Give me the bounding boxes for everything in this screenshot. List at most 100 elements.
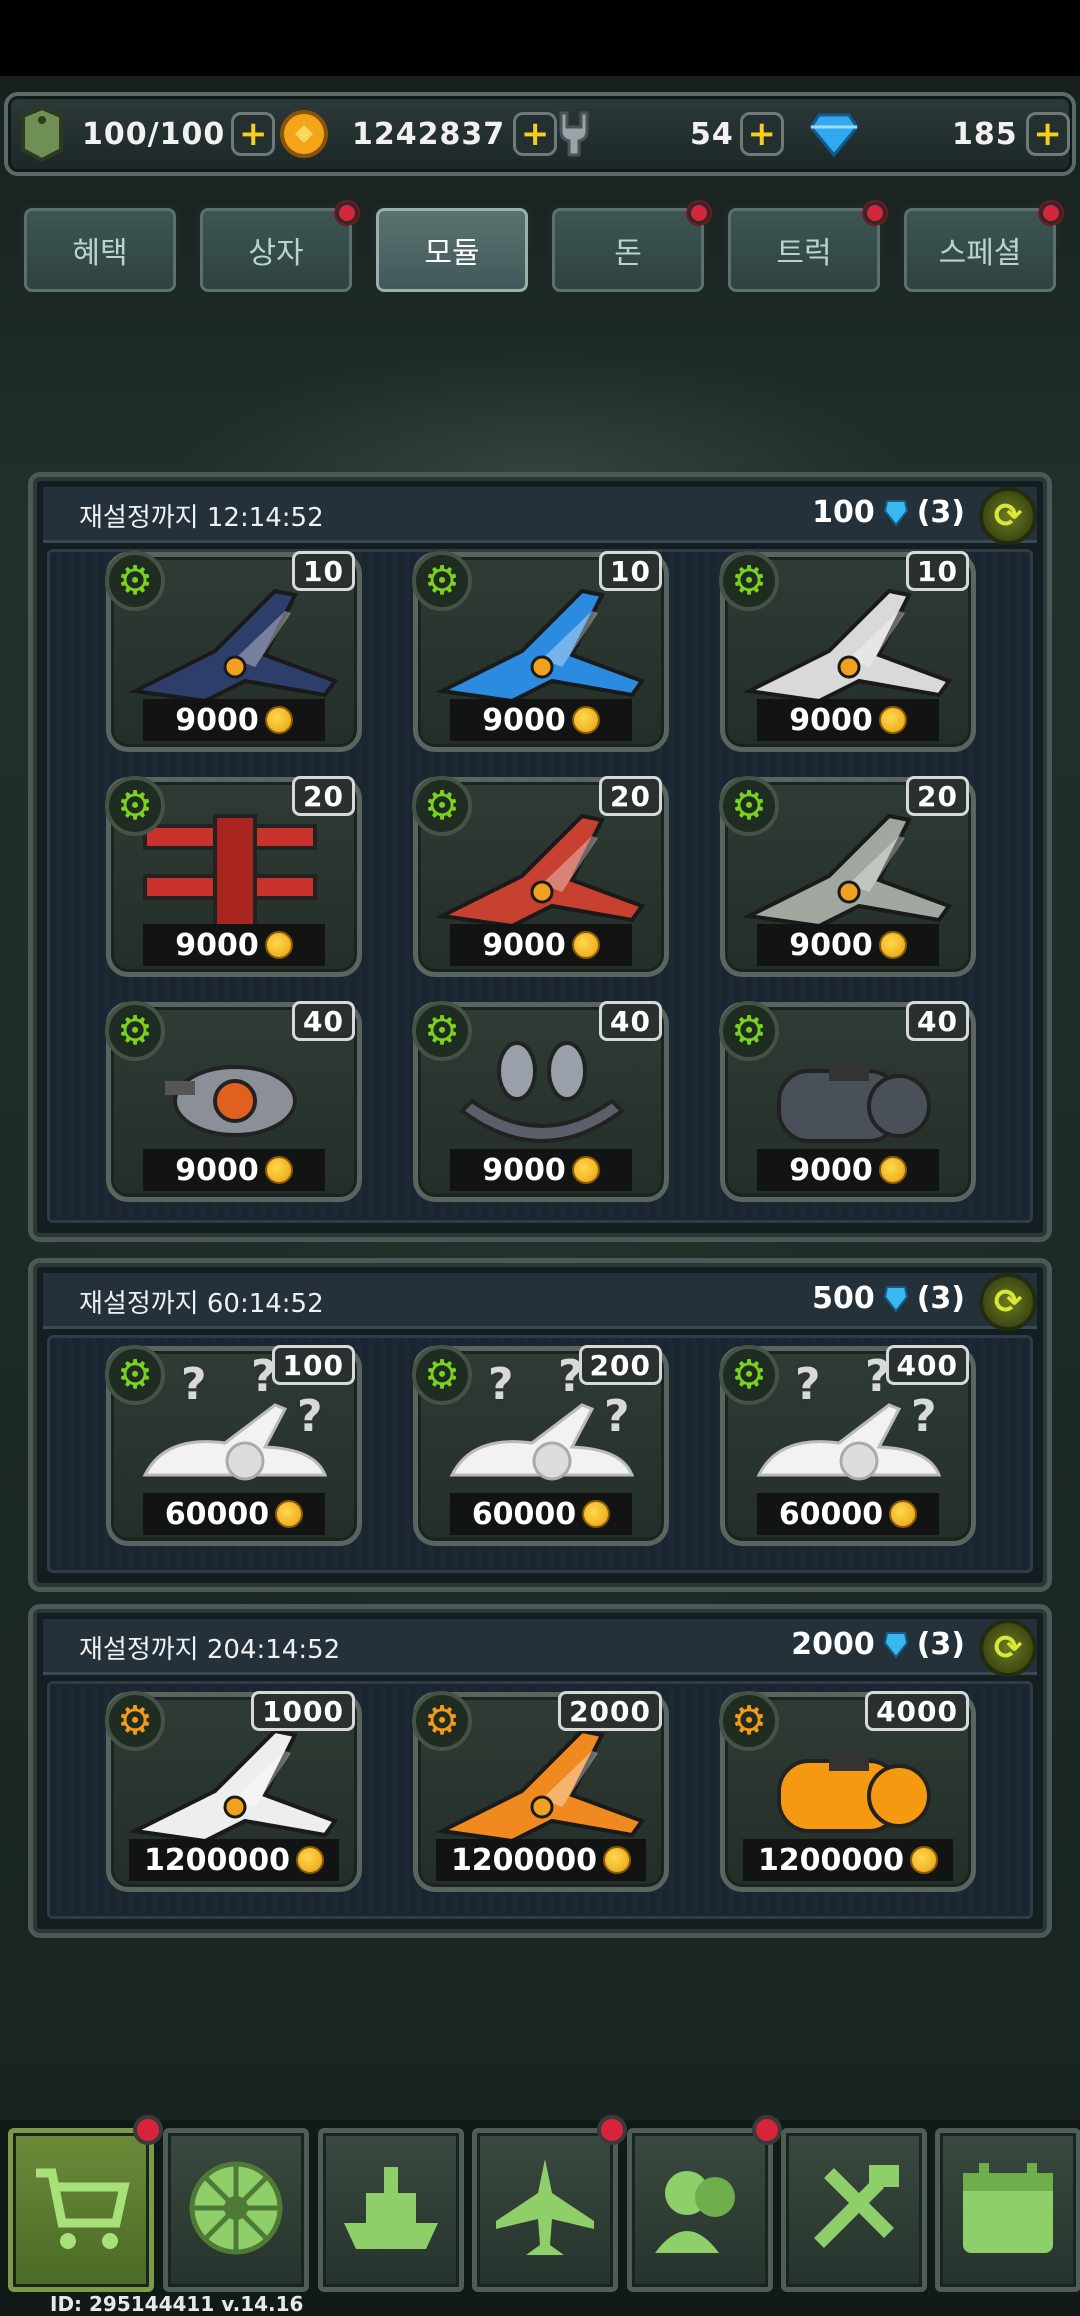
nav-calendar-button[interactable] (935, 2128, 1080, 2292)
nav-ship-button[interactable] (318, 2128, 464, 2292)
shop-item-white-red-jet[interactable]: ⚙ 10 9000 (719, 551, 976, 752)
tab-label: 스페셜 (938, 236, 1022, 271)
nav-wheel-button[interactable] (163, 2128, 309, 2292)
question-mark: ? (297, 1391, 323, 1442)
price-tag: 9000 (757, 699, 939, 741)
refresh-button[interactable]: ⟳ (979, 1273, 1037, 1331)
tab-label: 모듈 (424, 236, 480, 271)
shop-item-drone-pod[interactable]: ⚙ 40 9000 (105, 1001, 362, 1202)
refresh-icon: ⟳ (993, 496, 1023, 536)
shop-item-red-biplane[interactable]: ⚙ 20 9000 (105, 776, 362, 977)
price-tag: 9000 (450, 699, 632, 741)
tab-modules[interactable]: 모듈 (372, 204, 532, 296)
coin-icon (296, 1846, 325, 1874)
coin-icon (878, 706, 907, 734)
shop-item-white-plane[interactable]: ⚙ 1000 1200000 (105, 1691, 362, 1892)
shop-item-mystery-plane[interactable]: ? ? ? ⚙ 100 60000 (105, 1345, 362, 1546)
blue-crystal-icon (883, 1631, 908, 1659)
wrench-icon (548, 106, 600, 162)
tab-truck[interactable]: 트럭 (724, 202, 886, 296)
level-badge: 40 (292, 1001, 355, 1041)
parts-resource: 54 + (548, 96, 784, 172)
player-id-version: ID: 295144411 v.14.16 (50, 2292, 304, 2316)
price-tag: 1200000 (129, 1839, 339, 1881)
refresh-cost: 500 (3) (812, 1281, 965, 1316)
price-tag: 9000 (450, 924, 632, 966)
tab-money[interactable]: 돈 (548, 202, 710, 296)
notification-badge (133, 2115, 163, 2145)
gear-icon: ⚙ (412, 1691, 472, 1751)
add-energy-button[interactable]: + (231, 112, 276, 156)
tab-boxes[interactable]: 상자 (196, 202, 358, 296)
refresh-icon: ⟳ (993, 1282, 1023, 1322)
price-tag: 9000 (450, 1149, 632, 1191)
shop-item-navy-fighter-jet[interactable]: ⚙ 10 9000 (105, 551, 362, 752)
level-value: 10 (917, 554, 958, 588)
coin-icon (582, 1500, 611, 1528)
price-value: 9000 (789, 702, 873, 738)
tools-icon (799, 2153, 909, 2267)
price-value: 9000 (175, 702, 259, 738)
price-value: 9000 (175, 1152, 259, 1188)
level-value: 10 (610, 554, 651, 588)
price-value: 1200000 (757, 1842, 905, 1878)
price-value: 9000 (482, 927, 566, 963)
shop-item-grey-yellow-plane[interactable]: ⚙ 20 9000 (719, 776, 976, 977)
price-value: 9000 (175, 927, 259, 963)
shop-item-twin-turret[interactable]: ⚙ 40 9000 (412, 1001, 669, 1202)
coin-icon (571, 931, 600, 959)
blue-crystal-icon (883, 1285, 908, 1313)
coin-icon (571, 1156, 600, 1184)
price-tag: 9000 (757, 924, 939, 966)
tab-special[interactable]: 스페셜 (900, 202, 1062, 296)
nav-crew-button[interactable] (627, 2115, 782, 2292)
price-value: 60000 (471, 1496, 577, 1532)
shop-item-mystery-module[interactable]: ? ? ? ⚙ 400 60000 (719, 1345, 976, 1546)
nav-cart-button[interactable] (8, 2115, 163, 2292)
shop-item-red-silver-planes[interactable]: ⚙ 20 9000 (412, 776, 669, 977)
refresh-button[interactable]: ⟳ (979, 1619, 1037, 1677)
notification-badge (864, 202, 886, 224)
question-mark: ? (181, 1359, 207, 1410)
shop-item-orange-module[interactable]: ⚙ 4000 1200000 (719, 1691, 976, 1892)
system-status-bar (0, 0, 1080, 76)
coin-resource: 1242837 + (278, 96, 558, 172)
panel-header: 재설정까지 12:14:52 100 (3) ⟳ (43, 487, 1037, 545)
parts-value: 54 (690, 116, 734, 152)
calendar-icon (953, 2153, 1063, 2267)
gear-icon: ⚙ (105, 1691, 165, 1751)
price-tag: 60000 (757, 1493, 939, 1535)
level-value: 2000 (569, 1694, 651, 1728)
price-value: 1200000 (450, 1842, 598, 1878)
diamond-icon (808, 106, 860, 162)
coin-value: 1242837 (352, 116, 506, 152)
shop-item-blue-jet[interactable]: ⚙ 10 9000 (412, 551, 669, 752)
gear-icon: ⚙ (412, 1001, 472, 1061)
tab-benefits[interactable]: 혜택 (20, 204, 180, 296)
add-parts-button[interactable]: + (739, 112, 784, 156)
shop-item-orange-planes[interactable]: ⚙ 2000 1200000 (412, 1691, 669, 1892)
dogtag-icon (16, 106, 68, 162)
add-gems-button[interactable]: + (1025, 112, 1070, 156)
shop-item-engine-block[interactable]: ⚙ 40 9000 (719, 1001, 976, 1202)
gear-icon: ⚙ (719, 551, 779, 611)
refresh-button[interactable]: ⟳ (979, 487, 1037, 545)
nav-jet-button[interactable] (472, 2115, 627, 2292)
shop-item-mystery-planes[interactable]: ? ? ? ⚙ 200 60000 (412, 1345, 669, 1546)
gear-icon: ⚙ (719, 776, 779, 836)
notification-badge (688, 202, 710, 224)
blue-crystal-icon (883, 499, 908, 527)
level-value: 40 (917, 1004, 958, 1038)
panel-header: 재설정까지 60:14:52 500 (3) ⟳ (43, 1273, 1037, 1331)
level-value: 40 (303, 1004, 344, 1038)
energy-value: 100/100 (82, 116, 226, 152)
refresh-count: (3) (916, 1281, 965, 1316)
level-value: 400 (896, 1348, 958, 1382)
price-tag: 60000 (450, 1493, 632, 1535)
nav-tools-button[interactable] (781, 2128, 927, 2292)
level-badge: 400 (885, 1345, 969, 1385)
refresh-cost-value: 500 (812, 1281, 875, 1316)
tab-label: 트럭 (776, 236, 832, 271)
coin-icon (278, 106, 330, 162)
level-value: 10 (303, 554, 344, 588)
